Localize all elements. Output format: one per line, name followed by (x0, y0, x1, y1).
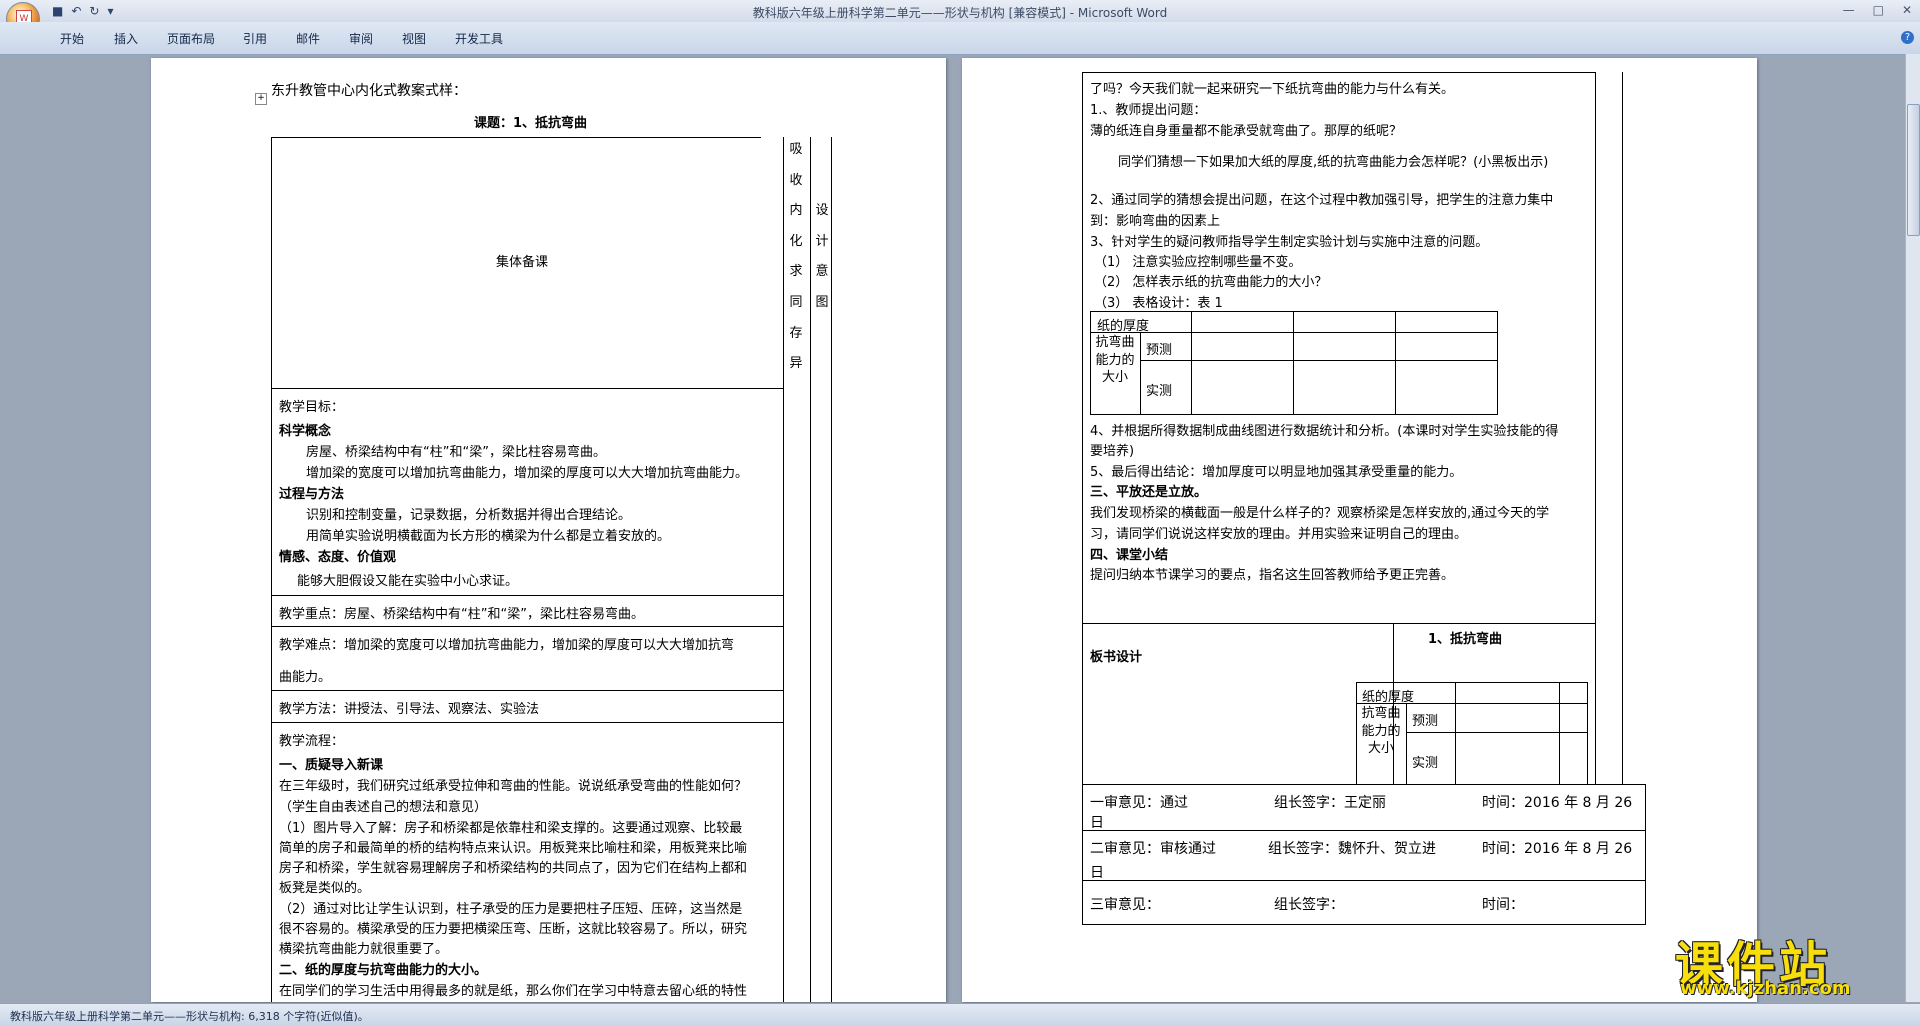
sci-concept-1: 房屋、桥梁结构中有“柱”和“梁”，梁比柱容易弯曲。 (306, 445, 606, 460)
section-1-title: 一、质疑导入新课 (279, 758, 384, 773)
goals-label: 教学目标： (279, 400, 345, 415)
attitude-1: 能够大胆假设又能在实验中小心求证。 (297, 574, 519, 589)
section-3-title: 三、平放还是立放。 (1090, 485, 1208, 500)
review-1-date-suffix: 日 (1090, 815, 1104, 831)
step-2-line-1: 2、通过同学的猜想会提出问题，在这个过程中教加强引导，把学生的注意力集中 (1090, 193, 1554, 208)
step-3: 3、针对学生的疑问教师指导学生制定实验计划与实施中注意的问题。 (1090, 235, 1489, 250)
tab-home[interactable]: 开始 (60, 30, 84, 47)
section-4-para: 提问归纳本节课学习的要点，指名这生回答教师给予更正完善。 (1090, 568, 1455, 583)
document-page-2[interactable]: 了吗？今天我们就一起来研究一下纸抗弯曲的能力与什么有关。 1.、教师提出问题： … (962, 58, 1757, 1002)
tab-insert[interactable]: 插入 (114, 30, 138, 47)
window-title: 教科版六年级上册科学第二单元——形状与机构 [兼容模式] - Microsoft… (752, 6, 1168, 20)
status-bar: 教科版六年级上册科学第二单元——形状与机构: 6,318 个字符(近似值)。 (0, 1003, 1920, 1026)
section-2-title: 二、纸的厚度与抗弯曲能力的大小。 (279, 963, 488, 978)
tab-developer[interactable]: 开发工具 (455, 30, 503, 47)
teaching-method: 教学方法：讲授法、引导法、观察法、实验法 (279, 702, 540, 717)
section-1-para: 在三年级时，我们研究过纸承受拉伸和弯曲的性能。说说纸承受弯曲的性能如何？ (279, 779, 748, 794)
tab-view[interactable]: 视图 (402, 30, 426, 47)
section-2-para: 在同学们的学习生活中用得最多的就是纸，那么你们在学习中特意去留心纸的特性 (279, 984, 748, 999)
student-guess: 同学们猜想一下如果加大纸的厚度,纸的抗弯曲能力会怎样呢？(小黑板出示) (1118, 155, 1549, 170)
board-row-measure: 实测 (1412, 756, 1439, 771)
watermark-url: www.kjzhan.com (1680, 978, 1851, 999)
table-move-icon[interactable]: + (255, 93, 267, 105)
ribbon-tabs: 开始 插入 页面布局 引用 邮件 审阅 视图 开发工具 (0, 22, 1920, 55)
help-icon[interactable]: ? (1901, 31, 1914, 44)
doc-header: 东升教管中心内化式教案式样： (271, 83, 467, 99)
process-2: 用简单实验说明横截面为长方形的横梁为什么都是立着安放的。 (306, 529, 671, 544)
tab-page-layout[interactable]: 页面布局 (167, 30, 215, 47)
maximize-icon[interactable]: □ (1873, 3, 1884, 17)
section-1-para: 很不容易的。横梁承受的压力要把横梁压弯、压断，这就比较容易了。所以，研究 (279, 922, 748, 937)
tab-review[interactable]: 审阅 (349, 30, 373, 47)
teacher-question: 薄的纸连自身重量都不能承受就弯曲了。那厚的纸呢？ (1090, 124, 1403, 139)
key-point: 教学重点：房屋、桥梁结构中有“柱”和“梁”，梁比柱容易弯曲。 (279, 607, 644, 622)
difficulty-line-1: 教学难点：增加梁的宽度可以增加抗弯曲能力，增加梁的厚度可以大大增加抗弯 (279, 638, 735, 653)
step-3-item-2: （2） 怎样表示纸的抗弯曲能力的大小？ (1094, 275, 1328, 290)
review-1-date: 时间：2016 年 8 月 26 (1482, 795, 1633, 811)
teacher-question-label: 1.、教师提出问题： (1090, 103, 1207, 118)
section-1-para: （学生自由表述自己的想法和意见） (279, 800, 488, 815)
table-row-predict: 预测 (1146, 343, 1173, 358)
vertical-scrollbar[interactable] (1905, 54, 1920, 1002)
sci-concept-label: 科学概念 (279, 424, 332, 439)
step-3-item-3: （3） 表格设计：表 1 (1094, 296, 1223, 311)
close-icon[interactable]: ✕ (1902, 3, 1912, 17)
section-3-para: 我们发现桥梁的横截面一般是什么样子的？观察桥梁是怎样安放的,通过今天的学 (1090, 506, 1550, 521)
process-1: 识别和控制变量，记录数据，分析数据并得出合理结论。 (306, 508, 632, 523)
section-1-para: 板凳是类似的。 (279, 881, 371, 896)
step-3-item-1: （1） 注意实验应控制哪些量不变。 (1094, 255, 1302, 270)
title-bar: ■ ↶ ↻ ▾ 教科版六年级上册科学第二单元——形状与机构 [兼容模式] - M… (0, 0, 1920, 22)
table-header-resistance: 抗弯曲能力的大小 (1095, 335, 1135, 385)
section-1-para: （1）图片导入了解：房子和桥梁都是依靠柱和梁支撑的。这要通过观察、比较最 (279, 821, 743, 836)
minimize-icon[interactable]: — (1843, 3, 1855, 17)
review-3-opinion: 三审意见： (1090, 897, 1160, 913)
tab-mailings[interactable]: 邮件 (296, 30, 320, 47)
step-5: 5、最后得出结论：增加厚度可以明显地加强其承受重量的能力。 (1090, 465, 1463, 480)
document-page-1[interactable]: 东升教管中心内化式教案式样： + 课题：1、抵抗弯曲 集体备课 吸收内化求同存异… (151, 58, 946, 1002)
section-1-para: 横梁抗弯曲能力就很重要了。 (279, 942, 449, 957)
sci-concept-2: 增加梁的宽度可以增加抗弯曲能力，增加梁的厚度可以大大增加抗弯曲能力。 (306, 466, 749, 481)
table-row-measure: 实测 (1146, 384, 1173, 399)
section-1-para: 简单的房子和最简单的桥的结构特点来认识。用板凳来比喻柱和梁，用板凳来比喻 (279, 841, 748, 856)
section-1-para: 房子和桥梁，学生就容易理解房子和桥梁结构的共同点了，因为它们在结构上都和 (279, 861, 748, 876)
design-column-header: 设计意图 (815, 203, 829, 310)
board-header-resistance: 抗弯曲能力的大小 (1361, 706, 1401, 756)
board-header-thickness: 纸的厚度 (1362, 690, 1415, 705)
review-2-signer: 组长签字：魏怀升、贺立进 (1268, 841, 1436, 857)
step-2-line-2: 到：影响弯曲的因素上 (1090, 214, 1221, 229)
continued-para: 了吗？今天我们就一起来研究一下纸抗弯曲的能力与什么有关。 (1090, 82, 1455, 97)
difficulty-line-2: 曲能力。 (279, 670, 332, 685)
table-header-thickness: 纸的厚度 (1097, 319, 1150, 334)
review-1-signer: 组长签字：王定丽 (1274, 795, 1386, 811)
tab-references[interactable]: 引用 (243, 30, 267, 47)
review-3-date: 时间： (1482, 897, 1524, 913)
step-4-line-1: 4、并根据所得数据制成曲线图进行数据统计和分析。(本课时对学生实验技能的得 (1090, 424, 1559, 439)
review-2-opinion: 二审意见：审核通过 (1090, 841, 1216, 857)
window-controls: — □ ✕ (1843, 3, 1912, 17)
attitude-label: 情感、态度、价值观 (279, 550, 397, 565)
review-3-signer: 组长签字： (1274, 897, 1344, 913)
section-3-para: 习，请同学们说说这样安放的理由。并用实验来证明自己的理由。 (1090, 527, 1468, 542)
group-prep-header: 集体备课 (496, 255, 549, 270)
scrollbar-thumb[interactable] (1907, 104, 1920, 236)
flow-label: 教学流程： (279, 734, 345, 749)
section-4-title: 四、课堂小结 (1090, 548, 1169, 563)
board-title: 1、抵抗弯曲 (1428, 632, 1503, 647)
absorb-column-header: 吸收内化求同存异 (789, 142, 803, 372)
board-row-predict: 预测 (1412, 714, 1439, 729)
status-text: 教科版六年级上册科学第二单元——形状与机构: 6,318 个字符(近似值)。 (10, 1010, 369, 1023)
board-design-label: 板书设计 (1090, 650, 1143, 665)
review-2-date-suffix: 日 (1090, 865, 1104, 881)
review-1-opinion: 一审意见：通过 (1090, 795, 1188, 811)
process-label: 过程与方法 (279, 487, 345, 502)
section-1-para: （2）通过对比让学生认识到，柱子承受的压力是要把柱子压短、压碎，这当然是 (279, 902, 743, 917)
review-2-date: 时间：2016 年 8 月 26 (1482, 841, 1633, 857)
lesson-title: 课题：1、抵抗弯曲 (474, 116, 588, 131)
step-4-line-2: 要培养) (1090, 444, 1135, 459)
